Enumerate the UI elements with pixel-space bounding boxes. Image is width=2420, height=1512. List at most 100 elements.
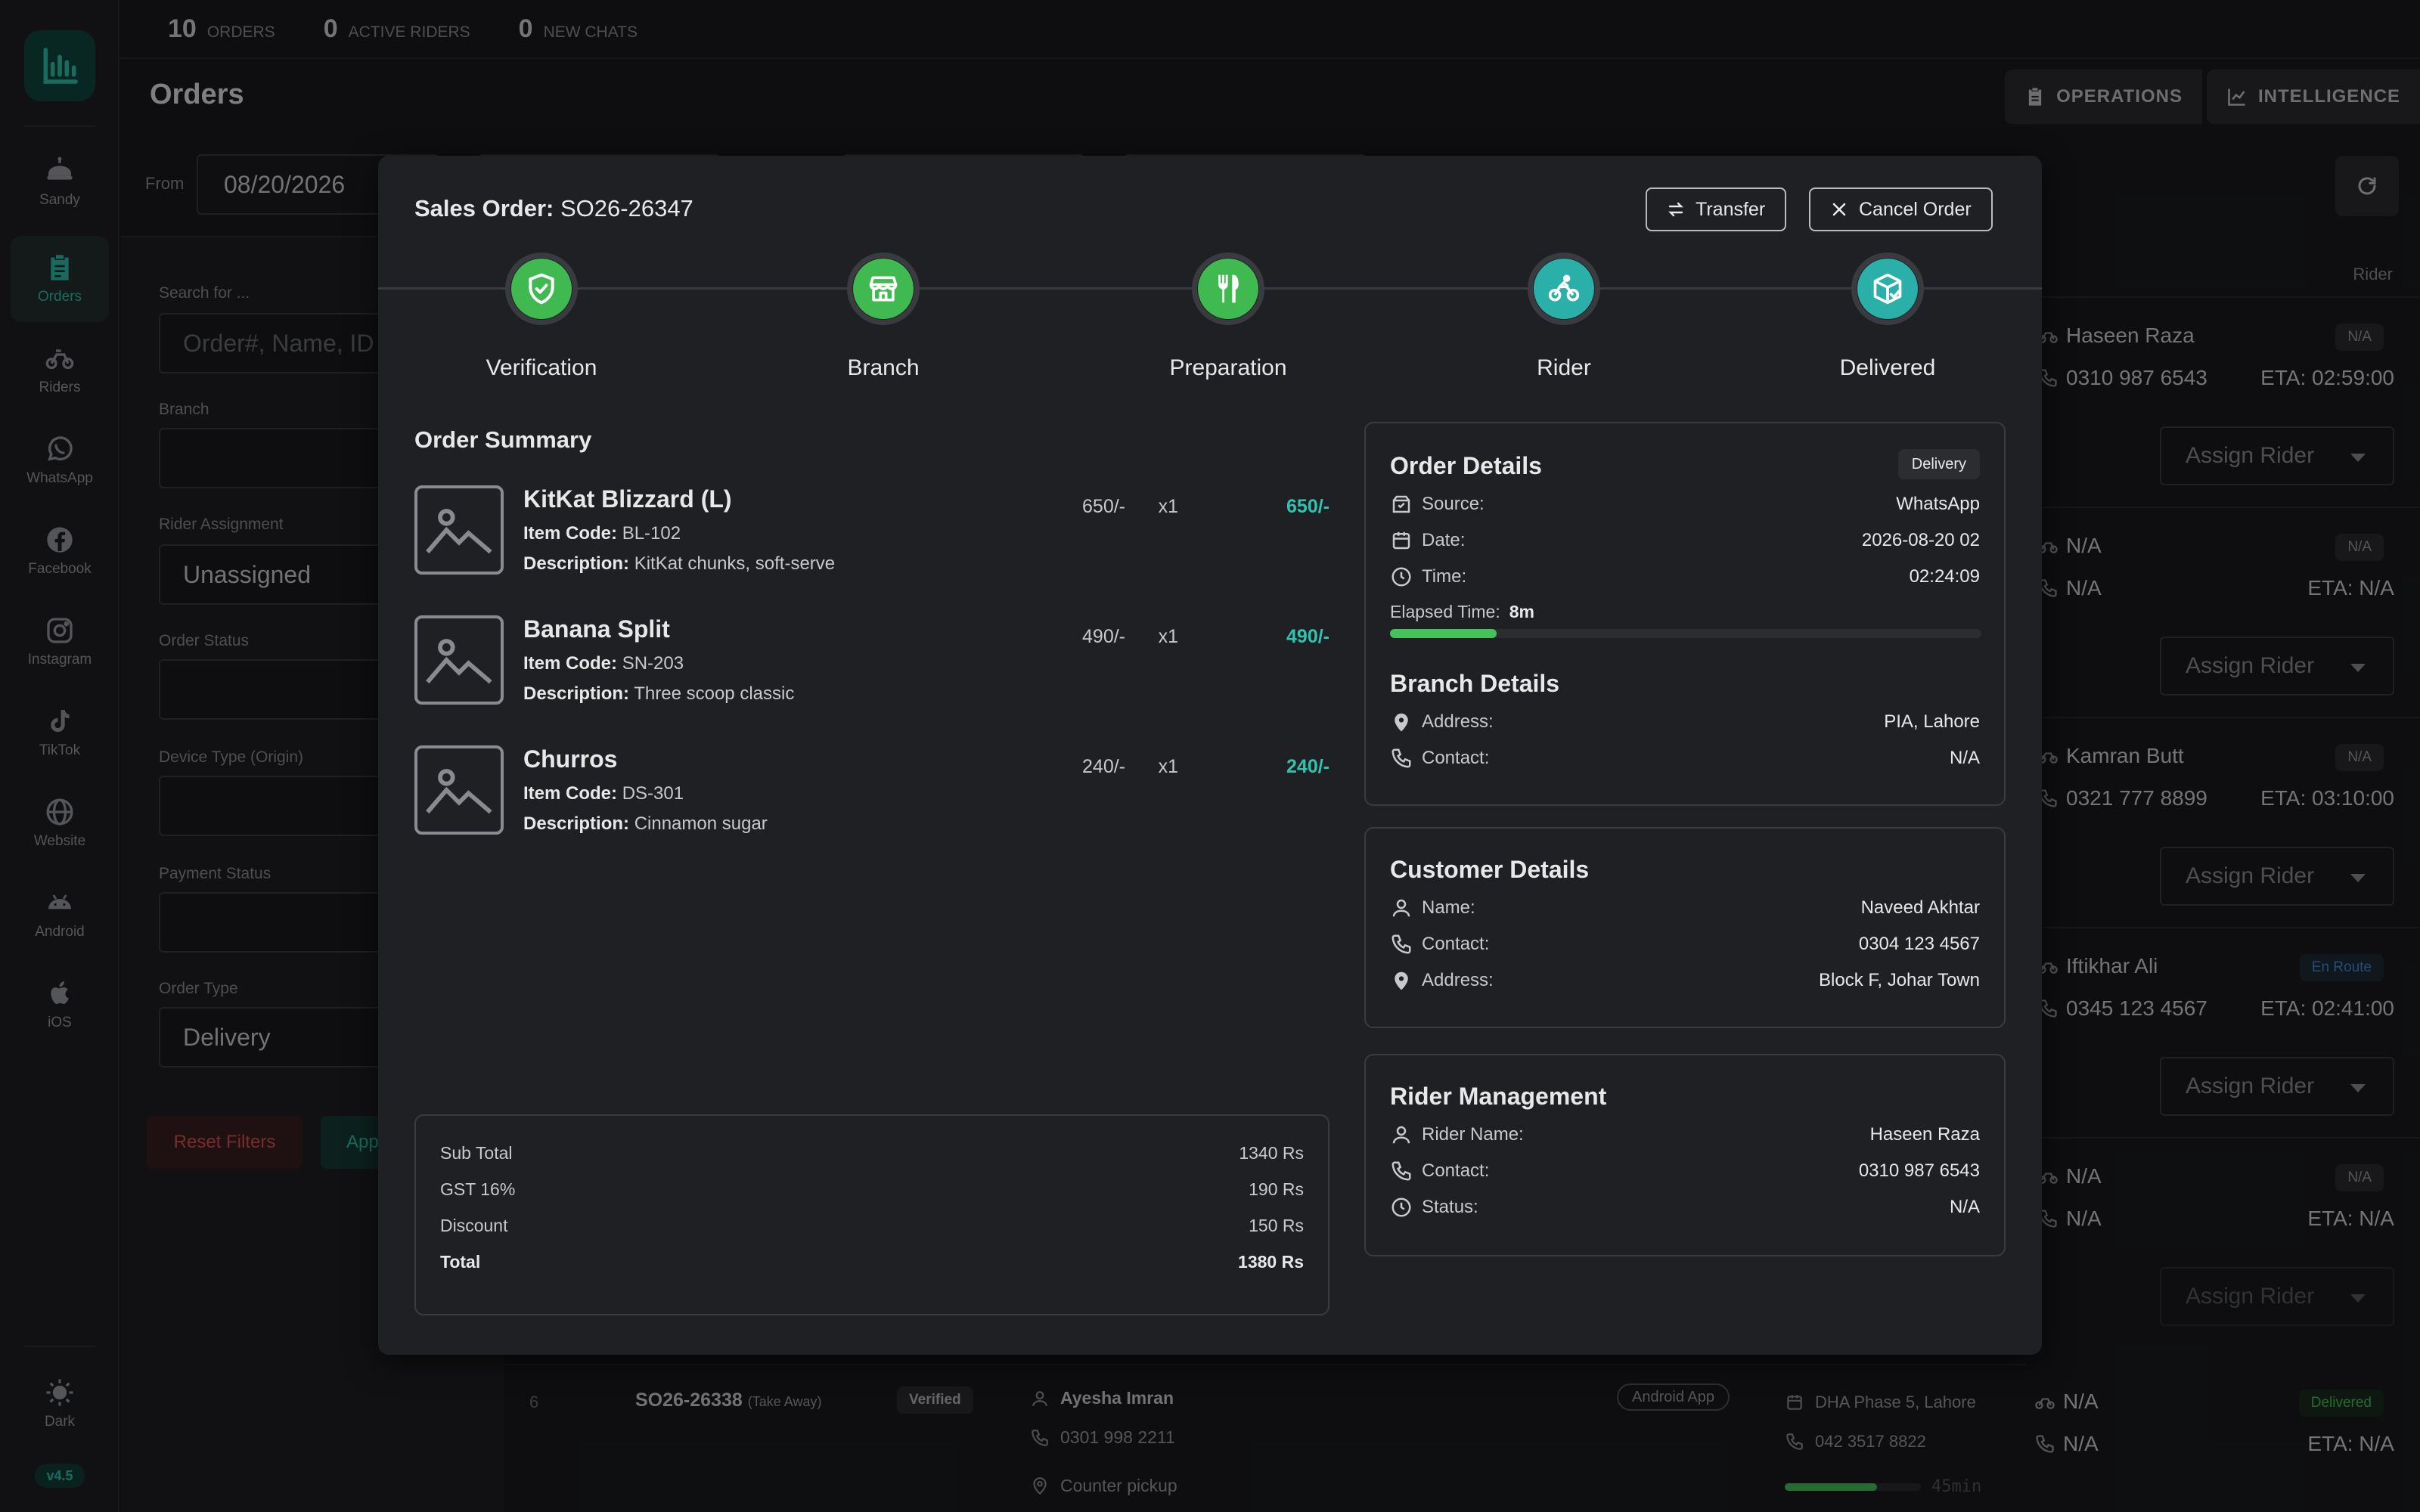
item-price: 490/- bbox=[1082, 626, 1125, 647]
item-quantity: x1 bbox=[1158, 626, 1178, 647]
rider-contact-label: Contact: bbox=[1422, 1160, 1490, 1181]
step-marker bbox=[1192, 253, 1264, 325]
discount-row: Discount 150 Rs bbox=[440, 1216, 1304, 1236]
item-price: 240/- bbox=[1082, 756, 1125, 777]
location-pin-icon bbox=[1395, 971, 1408, 990]
customer-name-label: Name: bbox=[1422, 897, 1475, 918]
item-description: Description: Three scoop classic bbox=[523, 683, 794, 705]
user-icon bbox=[1392, 1126, 1410, 1144]
item-quantity: x1 bbox=[1158, 756, 1178, 777]
date-value: 2026-08-20 02 bbox=[1861, 530, 1980, 550]
time-value: 02:24:09 bbox=[1909, 566, 1980, 587]
source-value: WhatsApp bbox=[1896, 494, 1980, 514]
customer-address-row: Address: Block F, Johar Town bbox=[1390, 969, 1980, 992]
bike-icon bbox=[1548, 274, 1580, 302]
box-icon bbox=[1392, 495, 1410, 513]
item-name: Churros bbox=[523, 745, 618, 773]
elapsed-progress-bar bbox=[1390, 629, 1981, 638]
order-details-card: Order Details Delivery Source: WhatsApp … bbox=[1364, 422, 2006, 806]
total-value: 1380 Rs bbox=[1238, 1252, 1304, 1272]
step-rider: Rider bbox=[1450, 253, 1677, 381]
step-label: Verification bbox=[486, 355, 597, 380]
customer-address-value: Block F, Johar Town bbox=[1819, 970, 1980, 990]
discount-label: Discount bbox=[440, 1216, 508, 1235]
package-check-icon bbox=[1873, 273, 1902, 305]
item-price: 650/- bbox=[1082, 496, 1125, 517]
item-desc-label: Description: bbox=[523, 813, 630, 834]
transfer-icon bbox=[1668, 202, 1683, 217]
date-row: Date: 2026-08-20 02 bbox=[1390, 529, 1980, 552]
phone-icon bbox=[1392, 1161, 1411, 1181]
step-label: Rider bbox=[1537, 355, 1591, 380]
utensils-icon bbox=[1218, 274, 1239, 303]
step-fill bbox=[511, 259, 572, 319]
store-icon bbox=[869, 276, 898, 302]
cancel-order-button[interactable]: Cancel Order bbox=[1809, 187, 1993, 231]
branch-details-title: Branch Details bbox=[1390, 670, 1560, 697]
item-code-value: BL-102 bbox=[622, 523, 681, 544]
customer-contact-label: Contact: bbox=[1422, 934, 1490, 954]
step-fill bbox=[1857, 259, 1918, 319]
branch-contact-label: Contact: bbox=[1422, 748, 1490, 768]
gst-value: 190 Rs bbox=[1249, 1179, 1304, 1199]
elapsed-progress-fill bbox=[1390, 629, 1497, 638]
user-icon bbox=[1392, 899, 1410, 917]
step-label: Branch bbox=[847, 355, 920, 380]
order-details-title: Order Details bbox=[1390, 452, 1542, 479]
step-fill bbox=[1198, 259, 1258, 319]
image-placeholder-icon bbox=[426, 639, 492, 684]
step-fill bbox=[853, 259, 914, 319]
subtotal-label: Sub Total bbox=[440, 1143, 513, 1163]
list-item: Banana Split Item Code: SN-203 Descripti… bbox=[414, 615, 1329, 714]
item-code-label: Item Code: bbox=[523, 523, 618, 544]
time-row: Time: 02:24:09 bbox=[1390, 565, 1980, 588]
item-total: 490/- bbox=[1286, 626, 1329, 647]
gst-label: GST 16% bbox=[440, 1179, 516, 1199]
branch-contact-row: Contact: N/A bbox=[1390, 747, 1980, 770]
elapsed-label: Elapsed Time: bbox=[1390, 602, 1500, 621]
rider-status-label: Status: bbox=[1422, 1197, 1478, 1217]
item-code-value: DS-301 bbox=[622, 783, 684, 804]
branch-address-value: PIA, Lahore bbox=[1884, 711, 1980, 732]
modal-title-prefix: Sales Order: bbox=[414, 195, 554, 222]
gst-row: GST 16% 190 Rs bbox=[440, 1179, 1304, 1200]
item-total: 240/- bbox=[1286, 756, 1329, 777]
total-label: Total bbox=[440, 1252, 481, 1272]
step-marker bbox=[847, 253, 920, 325]
customer-details-card: Customer Details Name: Naveed Akhtar Con… bbox=[1364, 827, 2006, 1028]
clock-icon bbox=[1392, 567, 1411, 587]
calendar-icon bbox=[1392, 531, 1410, 550]
step-marker bbox=[1528, 253, 1600, 325]
rider-contact-row: Contact: 0310 987 6543 bbox=[1390, 1160, 1980, 1182]
source-row: Source: WhatsApp bbox=[1390, 493, 1980, 516]
item-desc-label: Description: bbox=[523, 683, 630, 704]
item-code-label: Item Code: bbox=[523, 653, 618, 674]
close-icon bbox=[1832, 203, 1846, 216]
customer-name-row: Name: Naveed Akhtar bbox=[1390, 897, 1980, 919]
discount-value: 150 Rs bbox=[1249, 1216, 1304, 1235]
item-name: KitKat Blizzard (L) bbox=[523, 485, 732, 513]
step-label: Preparation bbox=[1169, 355, 1287, 380]
customer-contact-value: 0304 123 4567 bbox=[1858, 934, 1980, 954]
item-desc-value: Three scoop classic bbox=[634, 683, 795, 704]
step-marker bbox=[505, 253, 578, 325]
list-item: Churros Item Code: DS-301 Description: C… bbox=[414, 745, 1329, 844]
transfer-button[interactable]: Transfer bbox=[1646, 187, 1787, 231]
rider-status-value: N/A bbox=[1949, 1197, 1980, 1217]
item-desc-value: Cinnamon sugar bbox=[634, 813, 768, 834]
elapsed-time: Elapsed Time: 8m bbox=[1390, 602, 1534, 622]
item-code: Item Code: DS-301 bbox=[523, 783, 684, 804]
item-code-value: SN-203 bbox=[622, 653, 684, 674]
customer-address-label: Address: bbox=[1422, 970, 1494, 990]
customer-contact-row: Contact: 0304 123 4567 bbox=[1390, 933, 1980, 956]
branch-contact-value: N/A bbox=[1949, 748, 1980, 768]
shield-check-icon bbox=[529, 273, 554, 305]
phone-icon bbox=[1392, 934, 1411, 954]
rider-name-label: Rider Name: bbox=[1422, 1124, 1524, 1145]
item-desc-value: KitKat chunks, soft-serve bbox=[634, 553, 836, 574]
order-totals: Sub Total 1340 Rs GST 16% 190 Rs Discount 1… bbox=[414, 1114, 1329, 1315]
step-marker bbox=[1851, 253, 1924, 325]
item-description: Description: Cinnamon sugar bbox=[523, 813, 768, 835]
order-type-badge: Delivery bbox=[1897, 449, 1980, 479]
item-thumbnail bbox=[414, 745, 504, 835]
